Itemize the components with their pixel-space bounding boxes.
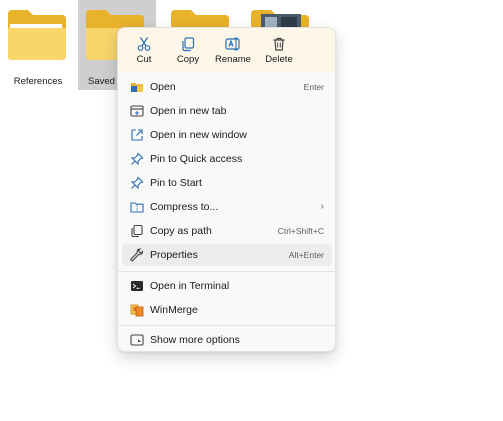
more-options-icon xyxy=(130,334,144,347)
wrench-icon xyxy=(130,248,144,262)
file-explorer-content: References Saved P Cut Copy Rename Delet… xyxy=(0,0,503,421)
menu-item-shortcut: Enter xyxy=(303,82,324,92)
menu-item-label: Pin to Quick access xyxy=(150,153,243,165)
new-window-icon xyxy=(131,129,143,141)
scissors-icon xyxy=(137,37,151,51)
menu-item-open-new-tab[interactable]: Open in new tab xyxy=(122,100,332,122)
menu-item-properties[interactable]: Properties Alt+Enter xyxy=(122,244,332,266)
menu-item-label: Open in new tab xyxy=(150,105,227,117)
menu-item-pin-start[interactable]: Pin to Start xyxy=(122,172,332,194)
menu-item-label: Properties xyxy=(150,249,198,261)
pin-icon xyxy=(130,176,144,190)
menu-item-shortcut: Alt+Enter xyxy=(288,250,324,260)
folder-icon xyxy=(8,10,66,60)
menu-item-label: Pin to Start xyxy=(150,177,202,189)
delete-button[interactable]: Delete xyxy=(257,33,301,69)
menu-item-open-terminal[interactable]: Open in Terminal xyxy=(122,275,332,297)
menu-item-winmerge[interactable]: WinMerge xyxy=(122,299,332,321)
menu-item-label: Open in Terminal xyxy=(150,280,230,292)
menu-item-compress[interactable]: Compress to... › xyxy=(122,196,332,218)
menu-item-show-more-options[interactable]: Show more options xyxy=(122,329,332,351)
menu-item-pin-quick-access[interactable]: Pin to Quick access xyxy=(122,148,332,170)
cut-button[interactable]: Cut xyxy=(122,33,166,69)
menu-item-label: Compress to... xyxy=(150,201,219,213)
menu-item-shortcut: Ctrl+Shift+C xyxy=(277,226,324,236)
winmerge-icon xyxy=(130,304,144,317)
copy-path-icon xyxy=(131,224,143,238)
zip-folder-icon xyxy=(130,202,144,213)
delete-label: Delete xyxy=(265,54,293,65)
menu-item-copy-as-path[interactable]: Copy as path Ctrl+Shift+C xyxy=(122,220,332,242)
chevron-right-icon: › xyxy=(320,201,324,212)
terminal-icon xyxy=(131,281,143,291)
folder-open-icon xyxy=(131,83,143,92)
copy-label: Copy xyxy=(176,54,200,65)
rename-label: Rename xyxy=(215,54,251,65)
copy-icon xyxy=(182,37,195,52)
menu-separator xyxy=(118,271,335,272)
cut-label: Cut xyxy=(136,54,152,65)
menu-item-open[interactable]: Open Enter xyxy=(122,76,332,98)
quick-actions-bar: Cut Copy Rename Delete xyxy=(118,28,335,72)
menu-item-label: Copy as path xyxy=(150,225,212,237)
new-tab-icon xyxy=(130,105,144,117)
menu-item-label: WinMerge xyxy=(150,304,198,316)
file-item-references[interactable]: References xyxy=(0,0,76,90)
menu-separator xyxy=(118,325,335,326)
menu-item-label: Open in new window xyxy=(150,129,247,141)
menu-item-open-new-window[interactable]: Open in new window xyxy=(122,124,332,146)
menu-item-label: Show more options xyxy=(150,334,240,346)
rename-button[interactable]: Rename xyxy=(211,33,255,69)
trash-icon xyxy=(273,37,285,51)
rename-icon xyxy=(225,37,240,51)
pin-icon xyxy=(130,152,144,166)
file-label: References xyxy=(13,76,63,87)
menu-item-label: Open xyxy=(150,81,176,93)
copy-button[interactable]: Copy xyxy=(166,33,210,69)
context-menu: Cut Copy Rename Delete Open Enter Open i… xyxy=(117,27,336,352)
